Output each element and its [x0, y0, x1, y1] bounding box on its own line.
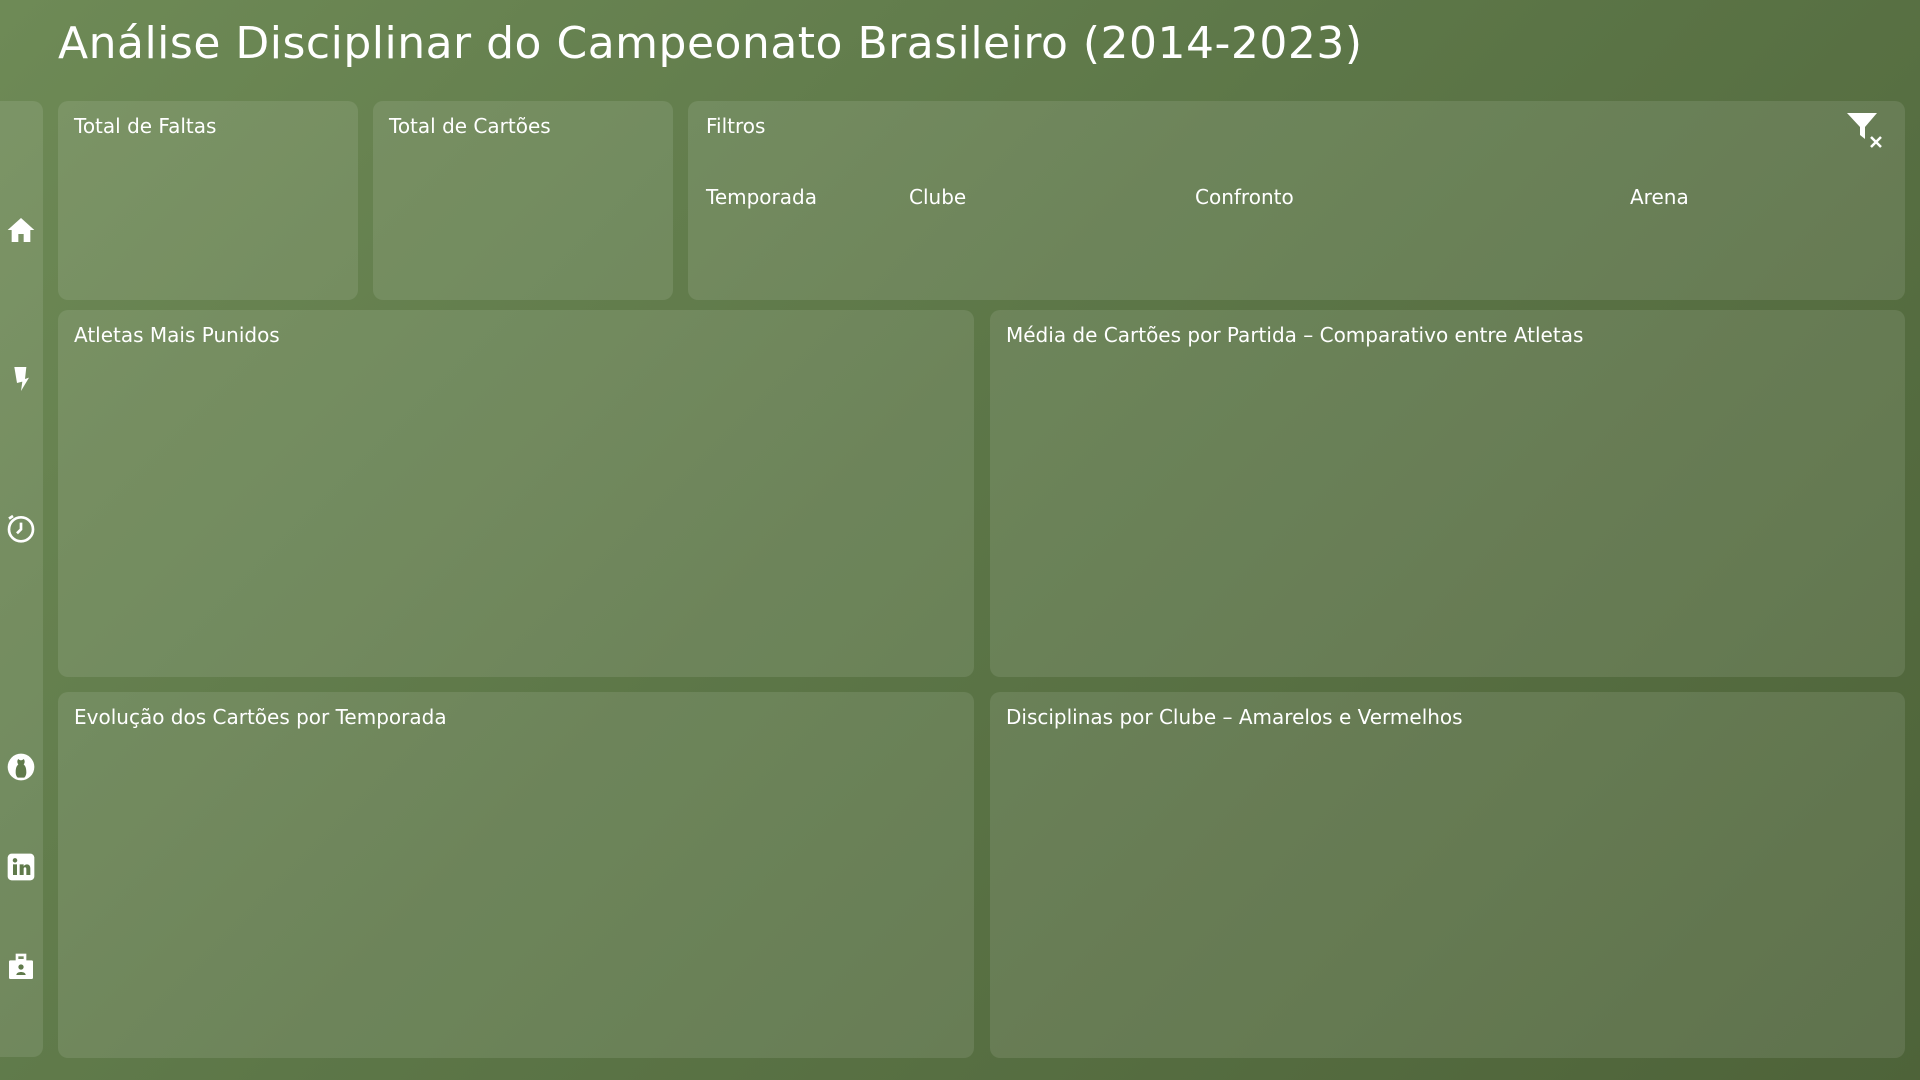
kpi-card-total-faltas: Total de Faltas	[58, 101, 358, 300]
github-icon[interactable]	[4, 750, 38, 784]
linkedin-icon[interactable]	[4, 850, 38, 884]
filter-clube[interactable]: Clube	[909, 185, 966, 209]
kpi-title-cartoes: Total de Cartões	[389, 114, 551, 138]
portfolio-icon[interactable]	[4, 950, 38, 984]
chart-card-disciplinas-clube: Disciplinas por Clube – Amarelos e Verme…	[990, 692, 1905, 1058]
chart-title-disciplinas: Disciplinas por Clube – Amarelos e Verme…	[1006, 705, 1463, 729]
chart-title-media: Média de Cartões por Partida – Comparati…	[1006, 323, 1584, 347]
filter-confronto[interactable]: Confronto	[1195, 185, 1294, 209]
chart-title-evolucao: Evolução dos Cartões por Temporada	[74, 705, 447, 729]
clock-icon[interactable]	[4, 511, 38, 545]
home-icon[interactable]	[4, 213, 38, 247]
filter-arena[interactable]: Arena	[1630, 185, 1689, 209]
filters-title: Filtros	[706, 114, 766, 138]
chart-card-media-cartoes: Média de Cartões por Partida – Comparati…	[990, 310, 1905, 677]
kpi-title-faltas: Total de Faltas	[74, 114, 217, 138]
filters-panel: Filtros Temporada Clube Confronto Arena	[688, 101, 1905, 300]
filter-temporada[interactable]: Temporada	[706, 185, 817, 209]
chart-card-evolucao-cartoes: Evolução dos Cartões por Temporada	[58, 692, 974, 1058]
sidebar-nav	[0, 101, 43, 1057]
chart-card-atletas-mais-punidos: Atletas Mais Punidos	[58, 310, 974, 677]
kpi-card-total-cartoes: Total de Cartões	[373, 101, 673, 300]
page-title: Análise Disciplinar do Campeonato Brasil…	[58, 18, 1363, 69]
chart-title-atletas: Atletas Mais Punidos	[74, 323, 280, 347]
clear-filter-icon[interactable]	[1845, 109, 1885, 149]
bookmark-icon[interactable]	[4, 362, 38, 396]
